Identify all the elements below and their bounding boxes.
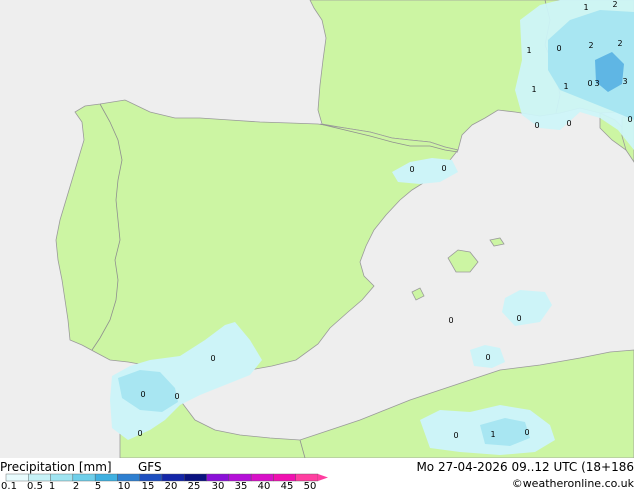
legend-tick-label: 40 [258, 481, 271, 490]
legend-tick-label: 5 [95, 481, 101, 490]
precip-point-label: 0 [627, 115, 632, 124]
legend-color-segment [295, 473, 319, 482]
legend-tick-label: 0.5 [27, 481, 43, 490]
legend-color-segment [50, 473, 74, 482]
precip-point-label: 1 [563, 82, 568, 91]
legend-color-segment [161, 473, 185, 482]
legend-tick-label: 1 [49, 481, 55, 490]
precip-point-label: 2 [612, 0, 617, 9]
precip-point-label: 0 [556, 44, 561, 53]
legend-color-segment [28, 473, 51, 482]
precip-point-label: 0 [566, 119, 571, 128]
precip-point-label: 3 [622, 77, 627, 86]
precip-point-label: 3 [594, 79, 599, 88]
precip-point-label: 1 [531, 85, 536, 94]
footer-credit: ©weatheronline.co.uk [512, 477, 634, 490]
legend-color-segment [5, 473, 29, 482]
legend-color-segment [250, 473, 274, 482]
precip-point-label: 0 [516, 314, 521, 323]
precip-point-label: 0 [524, 428, 529, 437]
legend-color-segment [228, 473, 252, 482]
map-svg: 1 2 2 2 1 1 3 3 1 0 0 0 0 0 0 0 0 0 0 0 0 0 0 1 0 0 [0, 0, 634, 459]
precip-point-label: 0 [453, 431, 458, 440]
legend-color-segment [273, 473, 296, 482]
legend-color-segment [72, 473, 96, 482]
precip-point-label: 0 [210, 354, 215, 363]
legend-tick-label: 2 [73, 481, 79, 490]
footer-datetime: Mo 27-04-2026 09..12 UTC (18+186 [416, 460, 634, 474]
precip-point-label: 0 [174, 392, 179, 401]
legend-color-segment [117, 473, 140, 482]
legend-color-segment [206, 473, 230, 482]
legend-tick-label: 10 [118, 481, 131, 490]
legend-tick-label: 0.1 [1, 481, 17, 490]
precip-point-label: 0 [140, 390, 145, 399]
precip-point-label: 2 [588, 41, 593, 50]
legend-colorbar [5, 473, 328, 482]
legend-tick-label: 25 [188, 481, 201, 490]
precip-point-label: 0 [137, 429, 142, 438]
precip-point-label: 0 [409, 165, 414, 174]
precip-point-label: 1 [583, 3, 588, 12]
precip-point-label: 0 [485, 353, 490, 362]
precip-point-label: 1 [490, 430, 495, 439]
legend-tick-label: 30 [212, 481, 225, 490]
precip-point-label: 0 [587, 79, 592, 88]
map-footer: Precipitation [mm] GFS Mo 27-04-2026 09.… [0, 458, 634, 490]
precip-point-label: 0 [448, 316, 453, 325]
footer-title: Precipitation [mm] [0, 460, 112, 474]
precip-point-label: 1 [526, 46, 531, 55]
legend-tick-label: 15 [142, 481, 155, 490]
legend-color-segment [94, 473, 118, 482]
legend-color-segment [139, 473, 163, 482]
legend-tick-label: 45 [281, 481, 294, 490]
legend-tick-label: 50 [304, 481, 317, 490]
precipitation-map-view: 12221133100000000000000100 Precipitation… [0, 0, 634, 490]
legend-tick-label: 35 [235, 481, 248, 490]
precip-point-label: 0 [534, 121, 539, 130]
legend-tick-label: 20 [165, 481, 178, 490]
footer-model: GFS [138, 460, 162, 474]
legend-color-segment [184, 473, 207, 482]
precip-point-label: 2 [617, 39, 622, 48]
precip-point-label: 0 [441, 164, 446, 173]
